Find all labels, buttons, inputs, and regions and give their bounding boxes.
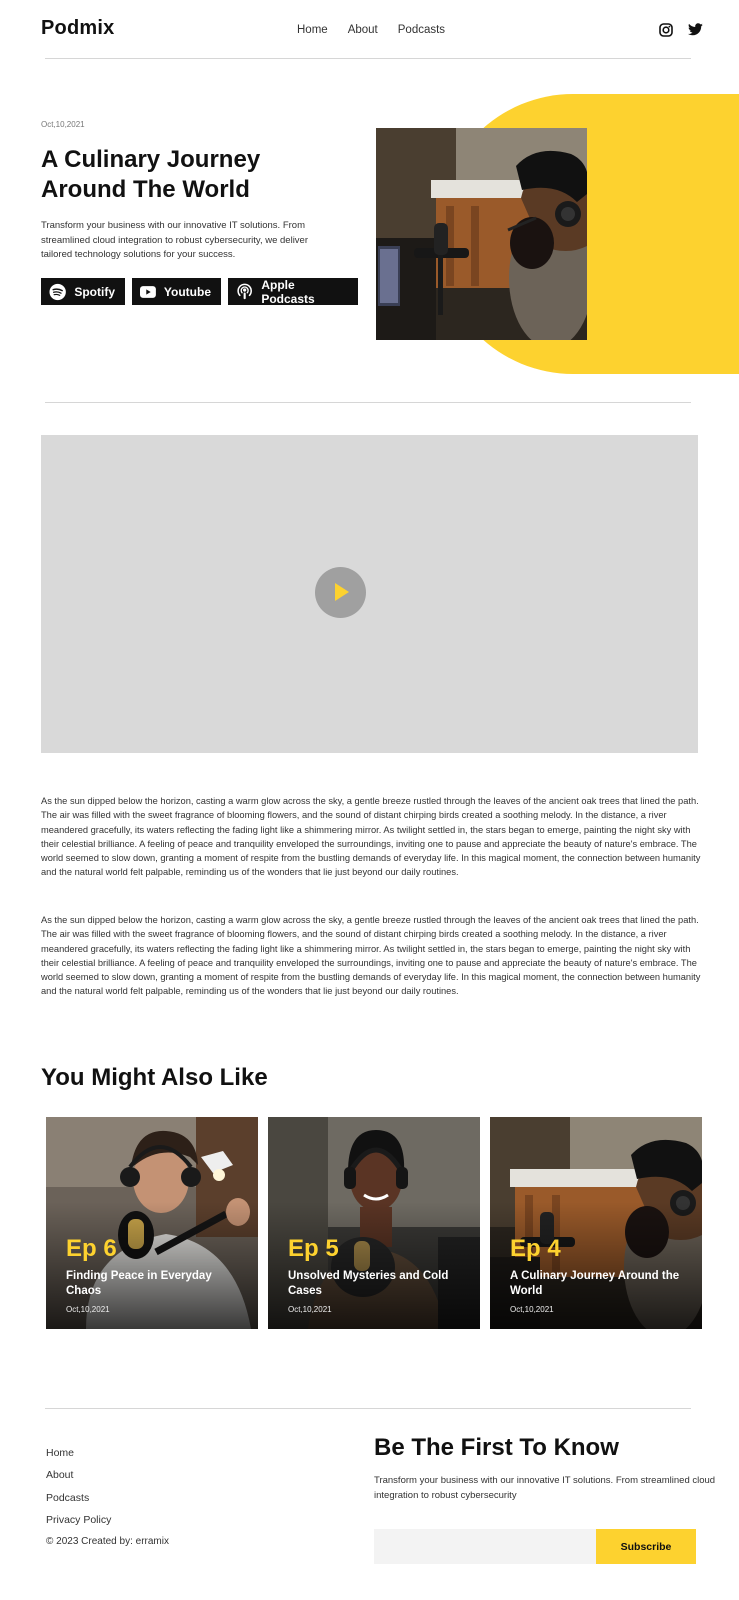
header-divider [45,58,691,59]
episode-date: Oct,10,2021 [66,1305,110,1314]
hero-title-line-1: A Culinary Journey [41,146,261,173]
subscribe-title: Be The First To Know [374,1434,619,1461]
spotify-label: Spotify [74,284,115,299]
article-paragraph-2: As the sun dipped below the horizon, cas… [41,915,701,997]
episode-date: Oct,10,2021 [510,1305,554,1314]
youtube-icon [140,285,156,298]
video-player[interactable] [41,435,698,753]
footer-link-home[interactable]: Home [46,1447,74,1459]
nav-about[interactable]: About [348,24,378,36]
episode-card-4[interactable]: Ep 4 A Culinary Journey Around the World… [490,1117,702,1329]
episode-card-6[interactable]: Ep 6 Finding Peace in Everyday Chaos Oct… [46,1117,258,1329]
play-icon[interactable] [315,567,366,618]
episode-title: Finding Peace in Everyday Chaos [66,1270,212,1297]
hero-title-line-2: Around The World [41,176,250,203]
nav-podcasts[interactable]: Podcasts [398,24,445,36]
episode-title: A Culinary Journey Around the World [510,1270,680,1297]
nav-home[interactable]: Home [297,24,328,36]
article-paragraph-1: As the sun dipped below the horizon, cas… [41,796,701,878]
main-nav: Home About Podcasts [297,24,445,36]
footer-divider [45,1408,691,1409]
instagram-icon[interactable] [659,23,673,37]
episode-number: Ep 6 [66,1235,117,1262]
hero-description: Transform your business with our innovat… [41,220,309,260]
email-field[interactable] [374,1529,596,1564]
episode-title: Unsolved Mysteries and Cold Cases [288,1270,449,1297]
apple-podcasts-label: Apple Podcasts [261,277,315,306]
youtube-label: Youtube [163,284,211,299]
episode-number: Ep 4 [510,1235,561,1262]
episode-date: Oct,10,2021 [288,1305,332,1314]
hero-title: A Culinary Journey Around The World [41,145,341,205]
subscribe-button[interactable]: Subscribe [596,1529,696,1564]
spotify-button[interactable]: Spotify [41,278,125,305]
footer-link-podcasts[interactable]: Podcasts [46,1492,89,1504]
related-heading: You Might Also Like [41,1064,268,1091]
twitter-icon[interactable] [688,23,703,36]
footer-link-about[interactable]: About [46,1469,73,1481]
hero-divider [45,402,691,403]
episode-card-5[interactable]: Ep 5 Unsolved Mysteries and Cold Cases O… [268,1117,480,1329]
apple-podcasts-button[interactable]: Apple Podcasts [228,277,358,306]
hero-podcaster-image [376,128,587,340]
social-links [659,23,703,37]
episode-number: Ep 5 [288,1235,339,1262]
logo[interactable]: Podmix [41,17,114,40]
subscribe-description: Transform your business with our innovat… [374,1475,716,1501]
spotify-icon [49,283,66,300]
footer-link-privacy-policy[interactable]: Privacy Policy [46,1514,111,1526]
hero-date: Oct,10,2021 [41,120,85,129]
youtube-button[interactable]: Youtube [132,278,221,305]
apple-podcasts-icon [237,283,252,300]
copyright: © 2023 Created by: erramix [46,1536,169,1547]
site-header: Podmix Home About Podcasts [0,0,739,60]
